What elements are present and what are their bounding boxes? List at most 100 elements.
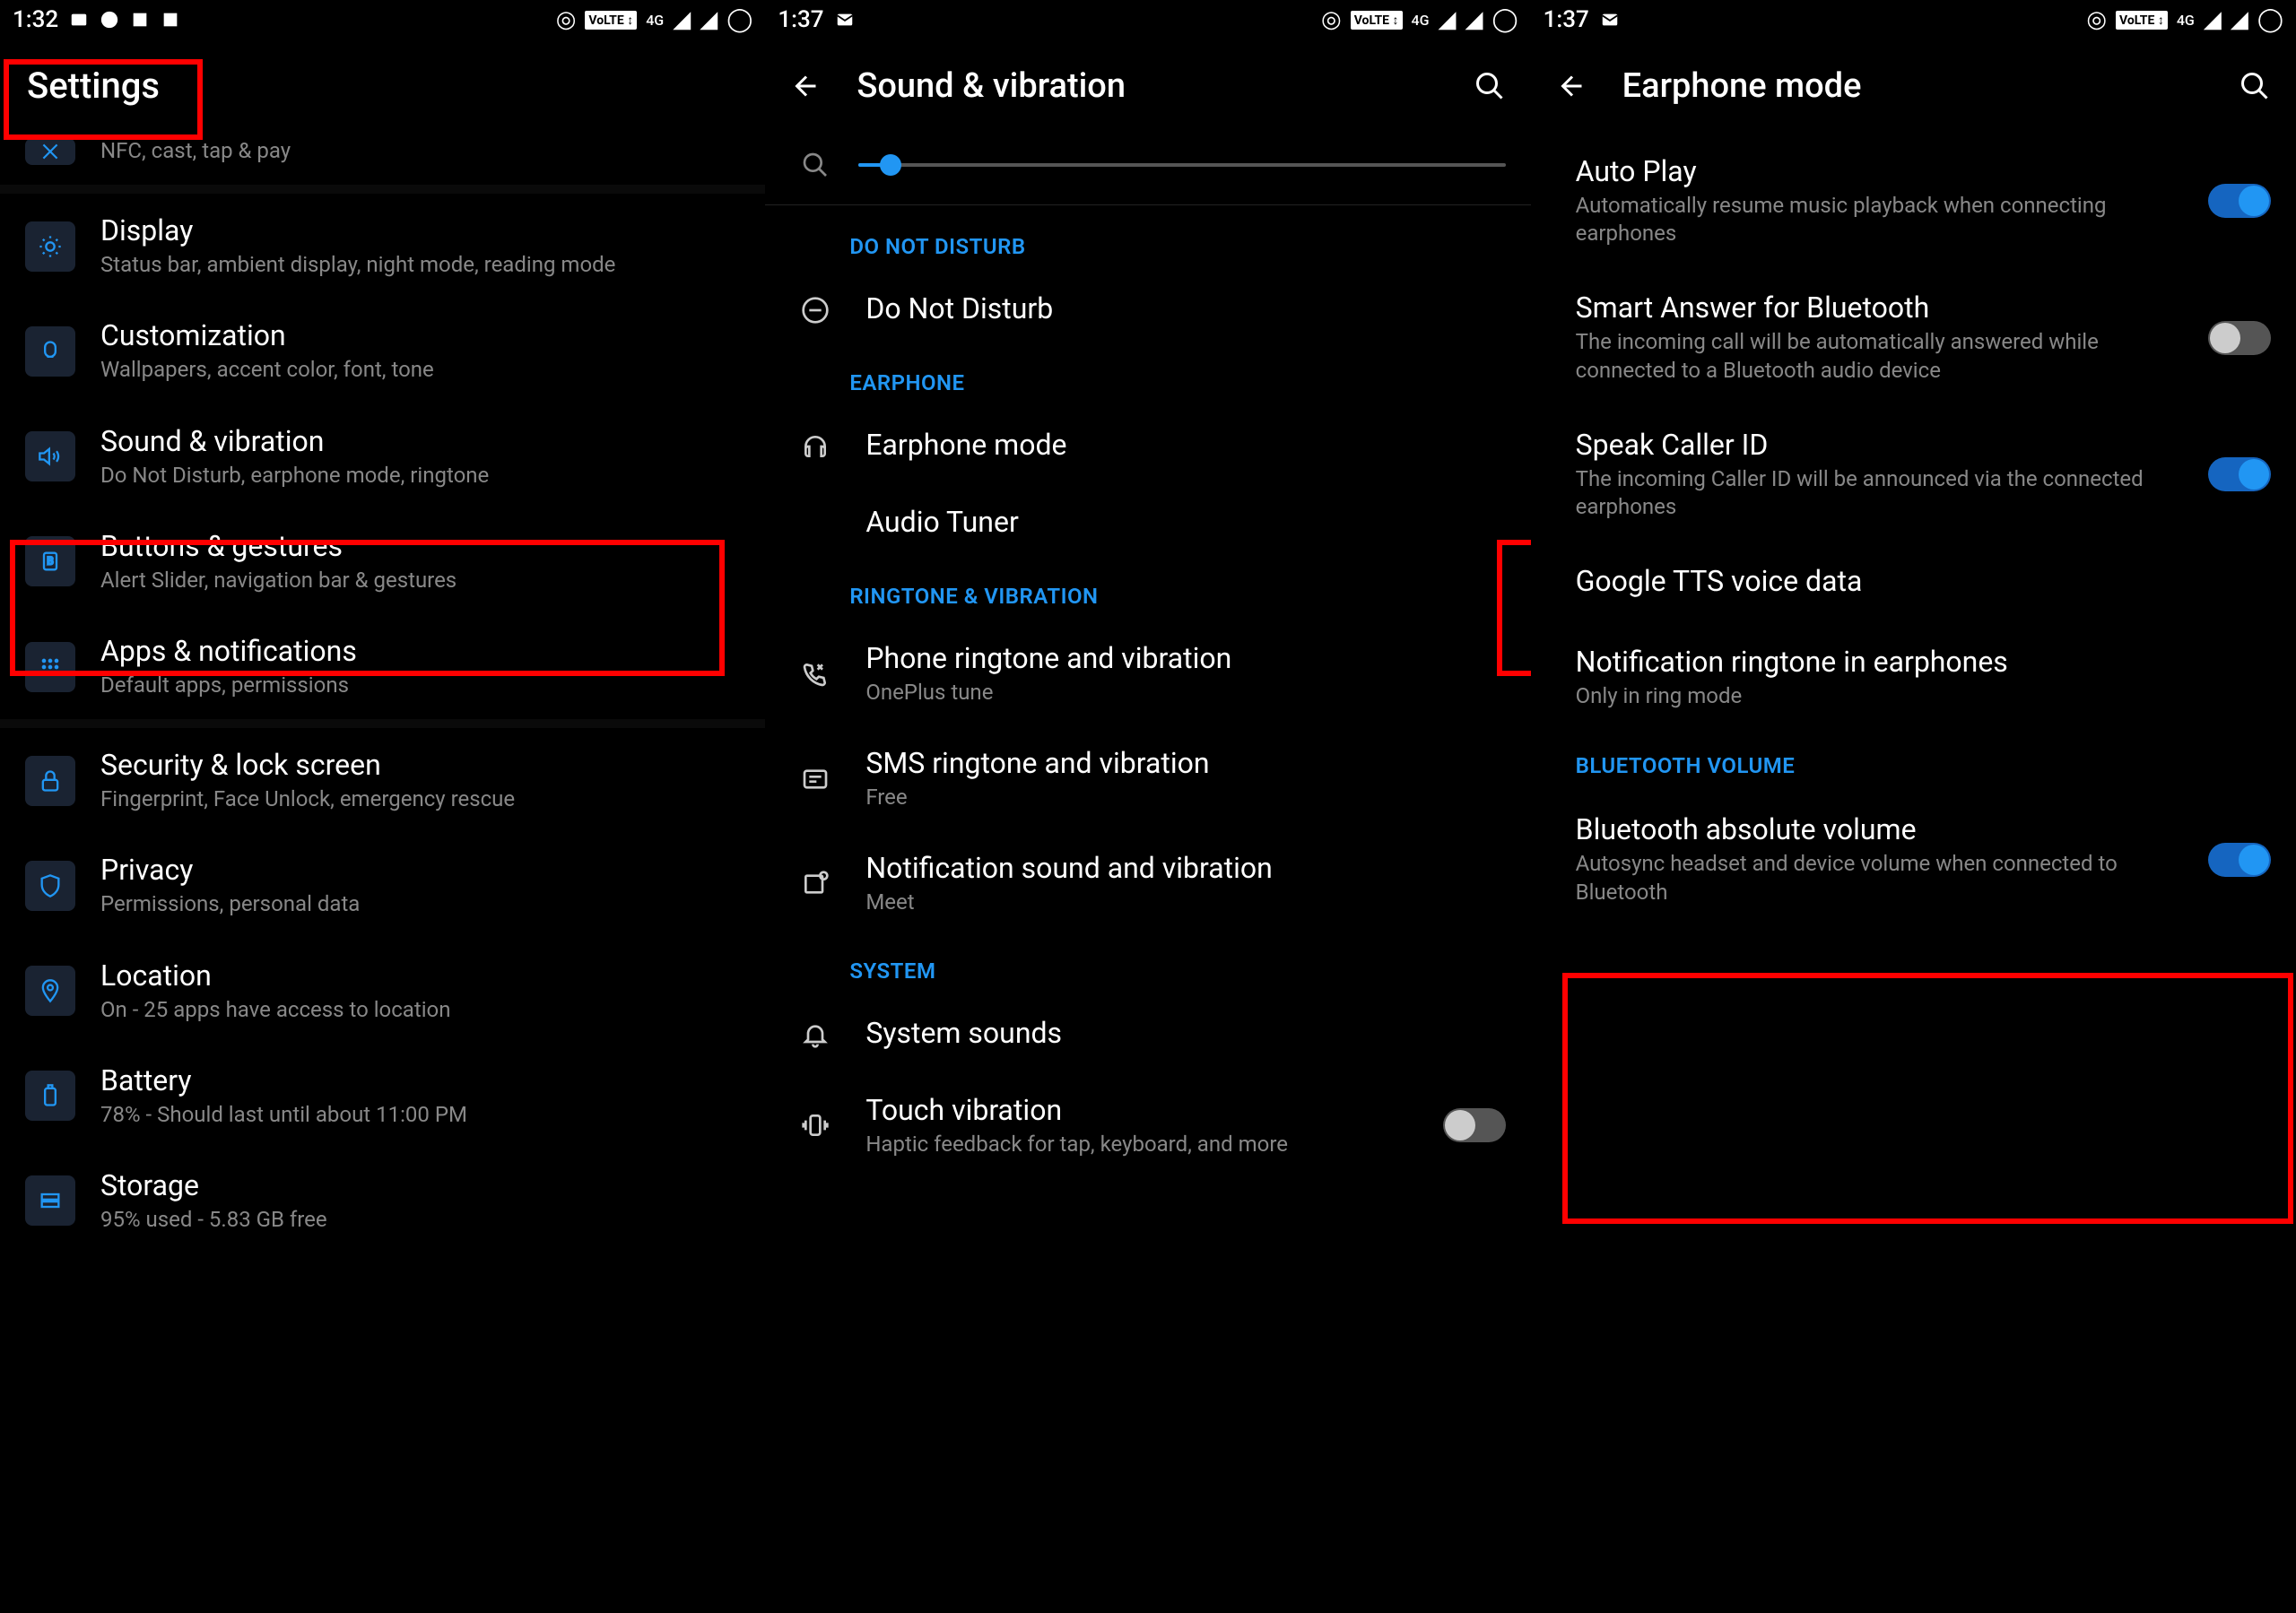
- item-dnd[interactable]: Do Not Disturb: [765, 272, 1530, 349]
- item-title: Notification sound and vibration: [865, 851, 1505, 885]
- item-google-tts[interactable]: Google TTS voice data: [1531, 542, 2296, 623]
- settings-item-buttons[interactable]: B Buttons & gestures Alert Slider, navig…: [0, 509, 765, 614]
- header: Earphone mode: [1531, 39, 2296, 133]
- page-title: Earphone mode: [1622, 66, 1862, 106]
- item-subtitle: NFC, cast, tap & pay: [100, 137, 740, 165]
- mail-icon: [1600, 10, 1620, 30]
- item-title: Privacy: [100, 853, 740, 887]
- header: Sound & vibration: [765, 39, 1530, 133]
- item-subtitle: Haptic feedback for tap, keyboard, and m…: [865, 1131, 1403, 1158]
- signal-icon: ◢: [673, 6, 691, 33]
- item-phone-ringtone[interactable]: Phone ringtone and vibration OnePlus tun…: [765, 621, 1530, 726]
- item-subtitle: Fingerprint, Face Unlock, emergency resc…: [100, 785, 740, 813]
- item-title: Do Not Disturb: [865, 291, 1505, 325]
- item-touch-vibration[interactable]: Touch vibration Haptic feedback for tap,…: [765, 1073, 1530, 1178]
- item-auto-play[interactable]: Auto Play Automatically resume music pla…: [1531, 133, 2296, 269]
- item-notif-sound[interactable]: Notification sound and vibration Meet: [765, 831, 1530, 936]
- item-subtitle: Permissions, personal data: [100, 890, 740, 918]
- back-button[interactable]: [1556, 70, 1588, 102]
- buttons-icon: B: [25, 536, 75, 586]
- volume-slider-row: [765, 133, 1530, 197]
- back-button[interactable]: [790, 70, 822, 102]
- item-title: Apps & notifications: [100, 634, 740, 668]
- bt-absolute-volume-toggle[interactable]: [2208, 843, 2271, 877]
- item-subtitle: The incoming Caller ID will be announced…: [1576, 465, 2160, 521]
- settings-item-location[interactable]: Location On - 25 apps have access to loc…: [0, 939, 765, 1044]
- settings-item-sound[interactable]: Sound & vibration Do Not Disturb, earpho…: [0, 404, 765, 509]
- item-subtitle: Alert Slider, navigation bar & gestures: [100, 567, 740, 594]
- vibration-icon: [790, 1111, 840, 1140]
- status-bar: 1:37 ◎ VoLTE ↕ 4G ◢ ◢ ◯: [765, 0, 1530, 39]
- item-title: Google TTS voice data: [1576, 564, 2262, 598]
- signal-icon: ◢: [2204, 6, 2222, 33]
- search-button[interactable]: [2239, 70, 2271, 102]
- loading-icon: ◯: [2257, 6, 2283, 33]
- item-title: Auto Play: [1576, 154, 2160, 188]
- status-bar: 1:32 ◎ VoLTE ↕ 4G ◢ ◢ ◯: [0, 0, 765, 39]
- page-title: Sound & vibration: [857, 66, 1126, 106]
- settings-item-customization[interactable]: Customization Wallpapers, accent color, …: [0, 299, 765, 403]
- item-title: Location: [100, 958, 740, 993]
- item-title: Audio Tuner: [865, 505, 1505, 539]
- settings-item-privacy[interactable]: Privacy Permissions, personal data: [0, 833, 765, 938]
- shield-icon: [25, 861, 75, 911]
- section-dnd: DO NOT DISTURB: [765, 212, 1530, 272]
- earphone-mode-screen: 1:37 ◎ VoLTE ↕ 4G ◢ ◢ ◯ Earphone mode Au…: [1531, 0, 2296, 1613]
- item-audio-tuner[interactable]: Audio Tuner: [765, 485, 1530, 562]
- item-smart-answer[interactable]: Smart Answer for Bluetooth The incoming …: [1531, 269, 2296, 405]
- loading-icon: ◯: [726, 6, 752, 33]
- status-time: 1:32: [13, 6, 58, 33]
- item-earphone-mode[interactable]: Earphone mode: [765, 408, 1530, 485]
- item-title: Customization: [100, 318, 740, 352]
- connected-icon: [25, 138, 75, 165]
- search-button[interactable]: [1474, 70, 1506, 102]
- sound-icon: [25, 431, 75, 481]
- item-title: Sound & vibration: [100, 424, 740, 458]
- notification-icon: [790, 870, 840, 898]
- item-subtitle: Do Not Disturb, earphone mode, ringtone: [100, 462, 740, 490]
- settings-item-security[interactable]: Security & lock screen Fingerprint, Face…: [0, 728, 765, 833]
- auto-play-toggle[interactable]: [2208, 184, 2271, 218]
- volte-badge: VoLTE ↕: [2116, 11, 2168, 30]
- item-subtitle: Free: [865, 784, 1505, 811]
- item-title: Security & lock screen: [100, 748, 740, 782]
- sound-vibration-screen: 1:37 ◎ VoLTE ↕ 4G ◢ ◢ ◯ Sound & vibratio…: [765, 0, 1530, 1613]
- item-title: Smart Answer for Bluetooth: [1576, 291, 2160, 325]
- item-title: Buttons & gestures: [100, 529, 740, 563]
- settings-item-display[interactable]: Display Status bar, ambient display, nig…: [0, 194, 765, 299]
- settings-item-apps[interactable]: Apps & notifications Default apps, permi…: [0, 614, 765, 719]
- item-subtitle: Status bar, ambient display, night mode,…: [100, 251, 740, 279]
- signal-icon-2: ◢: [1465, 6, 1483, 33]
- volume-slider[interactable]: [858, 163, 1505, 167]
- item-title: Notification ringtone in earphones: [1576, 645, 2262, 679]
- mail-icon: [835, 10, 855, 30]
- location-icon: [25, 966, 75, 1016]
- section-earphone: EARPHONE: [765, 349, 1530, 408]
- settings-item-storage[interactable]: Storage 95% used - 5.83 GB free: [0, 1149, 765, 1253]
- storage-icon: [25, 1175, 75, 1226]
- item-title: Display: [100, 213, 740, 247]
- page-title: Settings: [0, 39, 765, 132]
- dnd-icon: [790, 296, 840, 325]
- network-4g: 4G: [1412, 12, 1430, 29]
- speak-caller-toggle[interactable]: [2208, 457, 2271, 491]
- item-notif-ringtone[interactable]: Notification ringtone in earphones Only …: [1531, 623, 2296, 732]
- item-sms-ringtone[interactable]: SMS ringtone and vibration Free: [765, 726, 1530, 831]
- status-time: 1:37: [778, 6, 823, 33]
- item-system-sounds[interactable]: System sounds: [765, 996, 1530, 1073]
- volte-badge: VoLTE ↕: [1351, 11, 1403, 30]
- settings-item-connected[interactable]: NFC, cast, tap & pay: [0, 132, 765, 185]
- settings-screen: 1:32 ◎ VoLTE ↕ 4G ◢ ◢ ◯ Settings: [0, 0, 765, 1613]
- item-title: Storage: [100, 1168, 740, 1202]
- customization-icon: [25, 326, 75, 377]
- item-speak-caller[interactable]: Speak Caller ID The incoming Caller ID w…: [1531, 406, 2296, 542]
- section-bluetooth: BLUETOOTH VOLUME: [1531, 732, 2296, 791]
- bell-icon: [790, 1020, 840, 1049]
- section-ringtone: RINGTONE & VIBRATION: [765, 562, 1530, 621]
- touch-vibration-toggle[interactable]: [1443, 1108, 1506, 1142]
- item-bt-absolute-volume[interactable]: Bluetooth absolute volume Autosync heads…: [1531, 791, 2296, 927]
- settings-item-battery[interactable]: Battery 78% - Should last until about 11…: [0, 1044, 765, 1149]
- battery-icon: [25, 1071, 75, 1121]
- network-4g: 4G: [2177, 12, 2195, 29]
- smart-answer-toggle[interactable]: [2208, 321, 2271, 355]
